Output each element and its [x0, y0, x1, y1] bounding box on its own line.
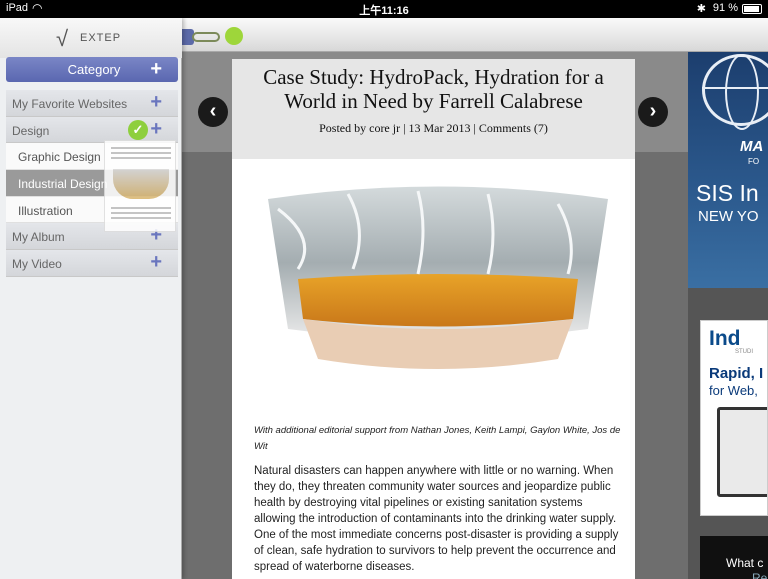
status-dot-icon[interactable] [225, 27, 243, 45]
menu-item-label: Industrial Design [18, 177, 108, 192]
ad-logo-text: d [727, 327, 741, 350]
menu-item-label: My Favorite Websites [12, 97, 128, 111]
bluetooth-icon: ✱ [696, 3, 706, 15]
article-body: Natural disasters can happen anywhere wi… [254, 465, 619, 573]
plus-icon[interactable]: + [150, 91, 162, 113]
ad-text: What c [726, 556, 764, 570]
plus-icon[interactable]: + [150, 118, 162, 140]
hydropack-photo [268, 186, 608, 369]
ad-banner-sis[interactable]: MA FO SIS In NEW YO [688, 52, 768, 288]
menu-item-label: Illustration [18, 203, 73, 218]
menu-item-favorite-websites[interactable]: My Favorite Websites + [6, 90, 178, 117]
thumbnail-line [111, 217, 171, 219]
monitor-icon [717, 407, 767, 497]
battery-percent: 91 % [712, 2, 738, 14]
ad-text: NEW YO [698, 208, 759, 225]
menu-item-label: My Album [12, 230, 65, 245]
thumbnail-line [111, 207, 171, 209]
ad-text: FO [748, 157, 760, 166]
menu-item-my-video[interactable]: My Video + [6, 250, 178, 277]
ad-text: Re [752, 571, 768, 579]
ad-banner-studio[interactable]: Ind STUDI Rapid, I for Web, [700, 320, 768, 516]
ad-text: Rapid, I [709, 365, 764, 382]
menu-item-label: Graphic Design [18, 150, 101, 165]
logo-text: EXTEP [80, 32, 122, 44]
checkmark-icon: ✓ [128, 120, 148, 140]
ad-text: for Web, [709, 383, 758, 398]
ad-column: MA FO SIS In NEW YO Ind STUDI Rapid, I f… [688, 52, 768, 579]
article: Case Study: HydroPack, Hydration for a W… [232, 59, 635, 579]
thumbnail-line [111, 157, 171, 159]
thumbnail-line [111, 152, 171, 154]
plus-icon: + [150, 58, 162, 80]
status-time: 上午11:16 [359, 5, 409, 17]
ad-text: MA [740, 138, 764, 155]
paperclip-icon [192, 32, 220, 42]
menu-item-label: My Video [12, 257, 62, 272]
article-header: Case Study: HydroPack, Hydration for a W… [232, 59, 635, 159]
globe-icon [702, 54, 768, 130]
thumbnail-line [111, 212, 171, 214]
logo-check-icon: √ [56, 26, 69, 51]
article-title: Case Study: HydroPack, Hydration for a W… [263, 65, 604, 113]
sidebar: √ EXTEP Category + My Favorite Websites … [0, 18, 182, 579]
drag-thumbnail[interactable] [104, 140, 176, 232]
category-button[interactable]: Category + [6, 57, 178, 82]
article-meta: Posted by core jr | 13 Mar 2013 | Commen… [319, 121, 548, 135]
thumbnail-image [113, 169, 169, 199]
previous-arrow-icon[interactable]: ‹ [198, 97, 228, 127]
app-stage: ‹ › Case Study: HydroPack, Hydration for… [0, 18, 768, 579]
ad-text: STUDI [735, 349, 753, 355]
battery-icon [742, 4, 762, 14]
plus-icon[interactable]: + [150, 251, 162, 273]
article-caption: With additional editorial support from N… [254, 425, 621, 452]
app-logo: √ EXTEP [0, 18, 182, 58]
ad-logo-mark: In [709, 327, 728, 350]
ad-text: SIS In [696, 180, 759, 206]
menu-item-label: Design [12, 123, 50, 138]
thumbnail-line [111, 147, 171, 149]
ad-banner-dark[interactable]: What c Re [700, 536, 768, 579]
status-bar: iPad ◠ 上午11:16 ✱ 91 % [0, 0, 768, 18]
next-arrow-icon[interactable]: › [638, 97, 668, 127]
ad-logo: Ind [709, 327, 741, 351]
